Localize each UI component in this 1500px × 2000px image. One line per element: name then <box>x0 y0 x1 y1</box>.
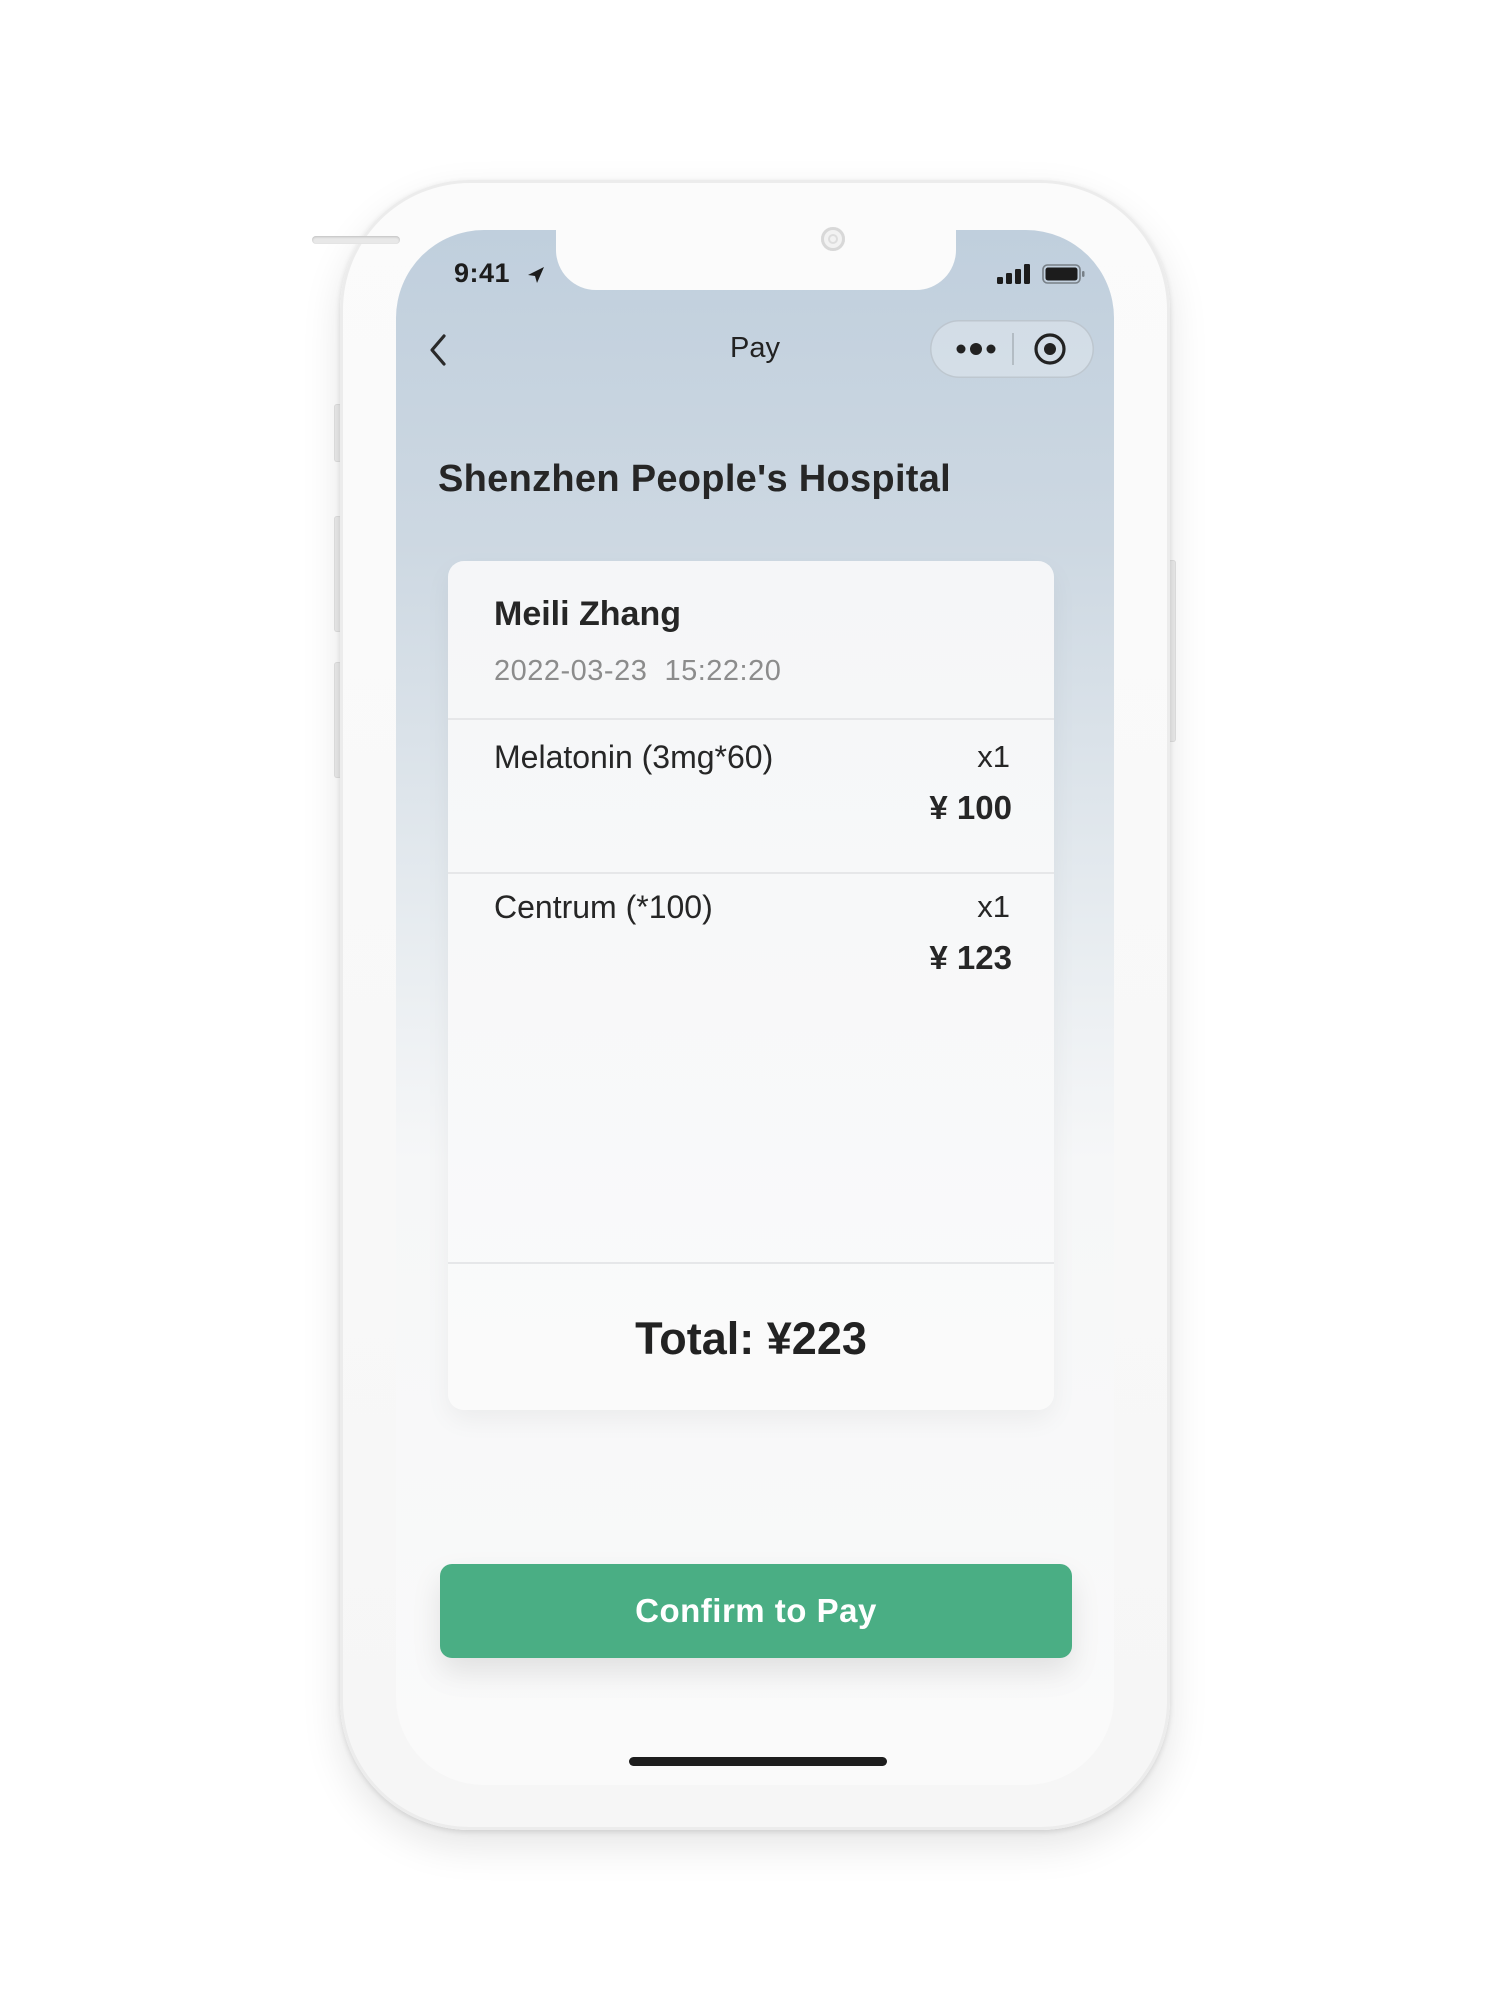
list-item: Centrum (*100) x1 ¥ 123 <box>448 869 1054 1009</box>
front-camera <box>821 227 845 251</box>
order-card: Meili Zhang 2022-03-23 15:22:20 Melatoni… <box>448 561 1054 1410</box>
confirm-pay-button[interactable]: Confirm to Pay <box>440 1564 1072 1658</box>
item-price: ¥ 123 <box>929 939 1012 976</box>
item-quantity: x1 <box>977 889 1010 924</box>
phone-screen: 9:41 Pay Shenzhen People's Hospital Meil… <box>396 230 1114 1785</box>
status-time: 9:41 <box>454 258 511 288</box>
more-dots-icon[interactable] <box>948 330 1004 368</box>
notch <box>556 230 956 290</box>
location-arrow-icon <box>528 267 544 283</box>
patient-name: Meili Zhang <box>494 595 681 633</box>
stage: 9:41 Pay Shenzhen People's Hospital Meil… <box>0 0 1500 2000</box>
hospital-name: Shenzhen People's Hospital <box>438 458 952 500</box>
battery-icon <box>1042 264 1085 284</box>
list-item: Melatonin (3mg*60) x1 ¥ 100 <box>448 719 1054 859</box>
order-datetime: 2022-03-23 15:22:20 <box>494 655 782 687</box>
close-target-icon[interactable] <box>1030 330 1070 368</box>
item-name: Centrum (*100) <box>494 889 713 925</box>
menu-capsule <box>930 320 1094 378</box>
signal-icon <box>997 264 1030 284</box>
divider <box>448 1262 1054 1264</box>
home-indicator <box>629 1757 887 1766</box>
order-total: Total: ¥223 <box>635 1313 867 1364</box>
item-price: ¥ 100 <box>929 789 1012 826</box>
earpiece-speaker <box>312 236 400 244</box>
item-quantity: x1 <box>977 739 1010 774</box>
capsule-divider <box>1012 333 1014 365</box>
item-name: Melatonin (3mg*60) <box>494 739 774 775</box>
